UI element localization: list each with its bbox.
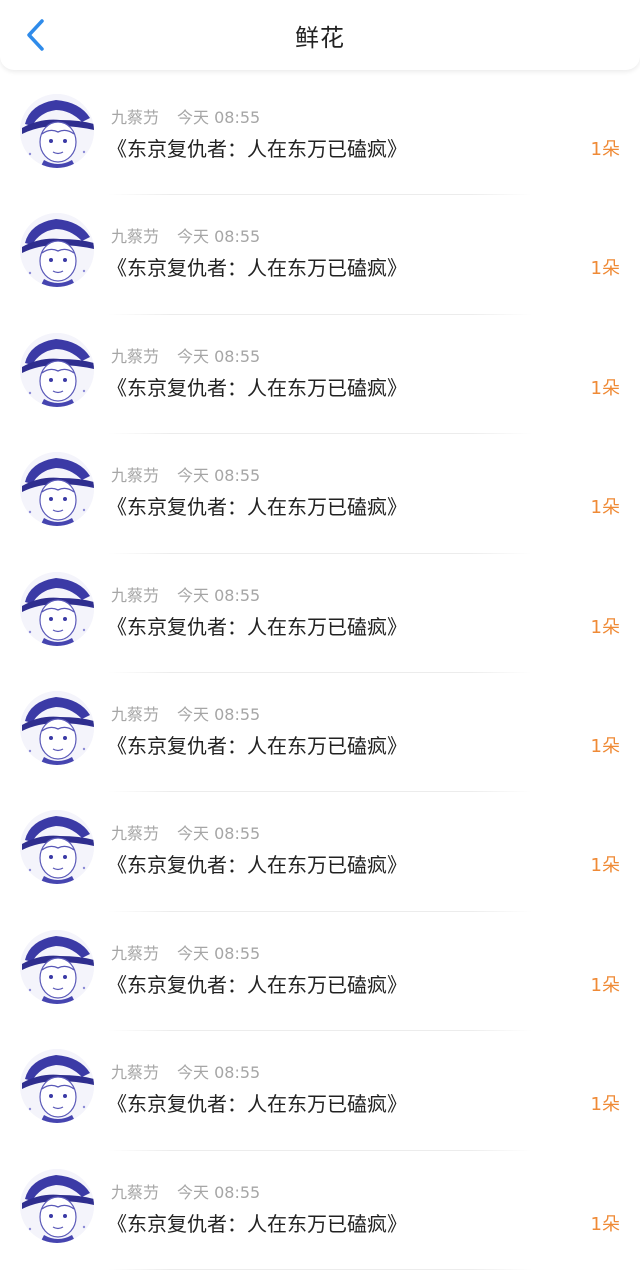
timestamp: 今天 08:55 <box>177 1182 261 1202</box>
timestamp: 今天 08:55 <box>177 943 261 963</box>
list-item[interactable]: 九蔡芀 今天 08:55 《东京复仇者：人在东万已磕疯》 1朵 <box>0 912 640 1032</box>
item-meta: 九蔡芀 今天 08:55 <box>111 343 260 367</box>
avatar[interactable] <box>20 929 94 1004</box>
timestamp: 今天 08:55 <box>177 227 261 247</box>
item-meta: 九蔡芀 今天 08:55 <box>111 1059 260 1083</box>
item-meta: 九蔡芀 今天 08:55 <box>111 462 260 486</box>
avatar[interactable] <box>20 1168 94 1243</box>
user-name: 九蔡芀 <box>111 585 160 605</box>
page-title: 鲜花 <box>295 24 345 52</box>
list-item[interactable]: 九蔡芀 今天 08:55 《东京复仇者：人在东万已磕疯》 1朵 <box>0 76 640 196</box>
avatar[interactable] <box>20 332 94 407</box>
timestamp: 今天 08:55 <box>177 585 261 605</box>
item-meta: 九蔡芀 今天 08:55 <box>111 940 260 964</box>
user-name: 九蔡芀 <box>111 943 160 963</box>
user-name: 九蔡芀 <box>111 466 160 486</box>
item-meta: 九蔡芀 今天 08:55 <box>111 701 260 725</box>
flower-count: 1朵 <box>590 139 620 160</box>
user-name: 九蔡芀 <box>111 108 160 127</box>
book-title[interactable]: 《东京复仇者：人在东万已磕疯》 <box>107 372 407 401</box>
flower-count: 1朵 <box>590 258 620 280</box>
user-name: 九蔡芀 <box>111 227 160 247</box>
timestamp: 今天 08:55 <box>177 346 261 366</box>
list-item[interactable]: 九蔡芀 今天 08:55 《东京复仇者：人在东万已磕疯》 1朵 <box>0 673 640 793</box>
list-item[interactable]: 九蔡芀 今天 08:55 《东京复仇者：人在东万已磕疯》 1朵 <box>0 554 640 673</box>
flower-count: 1朵 <box>590 497 620 519</box>
flower-list: 九蔡芀 今天 08:55 《东京复仇者：人在东万已磕疯》 1朵 九蔡芀 今天 08:… <box>0 76 640 1270</box>
user-name: 九蔡芀 <box>111 824 160 844</box>
flower-count: 1朵 <box>590 855 620 877</box>
list-item[interactable]: 九蔡芀 今天 08:55 《东京复仇者：人在东万已磕疯》 1朵 <box>0 315 640 435</box>
book-title[interactable]: 《东京复仇者：人在东万已磕疯》 <box>107 849 407 878</box>
list-item[interactable]: 九蔡芀 今天 08:55 《东京复仇者：人在东万已磕疯》 1朵 <box>0 434 640 554</box>
book-title[interactable]: 《东京复仇者：人在东万已磕疯》 <box>107 252 407 281</box>
book-title[interactable]: 《东京复仇者：人在东万已磕疯》 <box>107 491 407 520</box>
item-meta: 九蔡芀 今天 08:55 <box>111 223 260 247</box>
list-item[interactable]: 九蔡芀 今天 08:55 《东京复仇者：人在东万已磕疯》 1朵 <box>0 1031 640 1151</box>
avatar[interactable] <box>20 452 94 527</box>
avatar[interactable] <box>20 571 94 646</box>
flower-count: 1朵 <box>590 1094 620 1116</box>
book-title[interactable]: 《东京复仇者：人在东万已磕疯》 <box>107 611 407 640</box>
item-meta: 九蔡芀 今天 08:55 <box>111 104 260 128</box>
book-title[interactable]: 《东京复仇者：人在东万已磕疯》 <box>107 1088 407 1117</box>
user-name: 九蔡芀 <box>111 704 160 724</box>
flower-count: 1朵 <box>590 377 620 399</box>
avatar[interactable] <box>20 1049 94 1124</box>
user-name: 九蔡芀 <box>111 346 160 366</box>
item-meta: 九蔡芀 今天 08:55 <box>111 582 260 606</box>
avatar[interactable] <box>20 690 94 765</box>
list-item[interactable]: 九蔡芀 今天 08:55 《东京复仇者：人在东万已磕疯》 1朵 <box>0 792 640 912</box>
book-title[interactable]: 《东京复仇者：人在东万已磕疯》 <box>107 969 407 998</box>
avatar[interactable] <box>20 213 94 288</box>
list-item[interactable]: 九蔡芀 今天 08:55 《东京复仇者：人在东万已磕疯》 1朵 <box>0 195 640 315</box>
book-title[interactable]: 《东京复仇者：人在东万已磕疯》 <box>107 133 407 162</box>
timestamp: 今天 08:55 <box>177 466 261 486</box>
flower-count: 1朵 <box>590 616 620 638</box>
top-bar: 鲜花 <box>0 0 640 70</box>
flower-count: 1朵 <box>590 1213 620 1235</box>
flower-count: 1朵 <box>590 735 620 757</box>
flower-count: 1朵 <box>590 974 620 996</box>
timestamp: 今天 08:55 <box>177 1063 261 1083</box>
item-meta: 九蔡芀 今天 08:55 <box>111 820 260 844</box>
book-title[interactable]: 《东京复仇者：人在东万已磕疯》 <box>107 730 407 759</box>
timestamp: 今天 08:55 <box>177 108 261 127</box>
item-meta: 九蔡芀 今天 08:55 <box>111 1179 260 1203</box>
timestamp: 今天 08:55 <box>177 704 261 724</box>
user-name: 九蔡芀 <box>111 1182 160 1202</box>
timestamp: 今天 08:55 <box>177 824 261 844</box>
user-name: 九蔡芀 <box>111 1063 160 1083</box>
list-item[interactable]: 九蔡芀 今天 08:55 《东京复仇者：人在东万已磕疯》 1朵 <box>0 1151 640 1270</box>
avatar[interactable] <box>20 94 94 168</box>
book-title[interactable]: 《东京复仇者：人在东万已磕疯》 <box>107 1208 407 1237</box>
avatar[interactable] <box>20 810 94 885</box>
